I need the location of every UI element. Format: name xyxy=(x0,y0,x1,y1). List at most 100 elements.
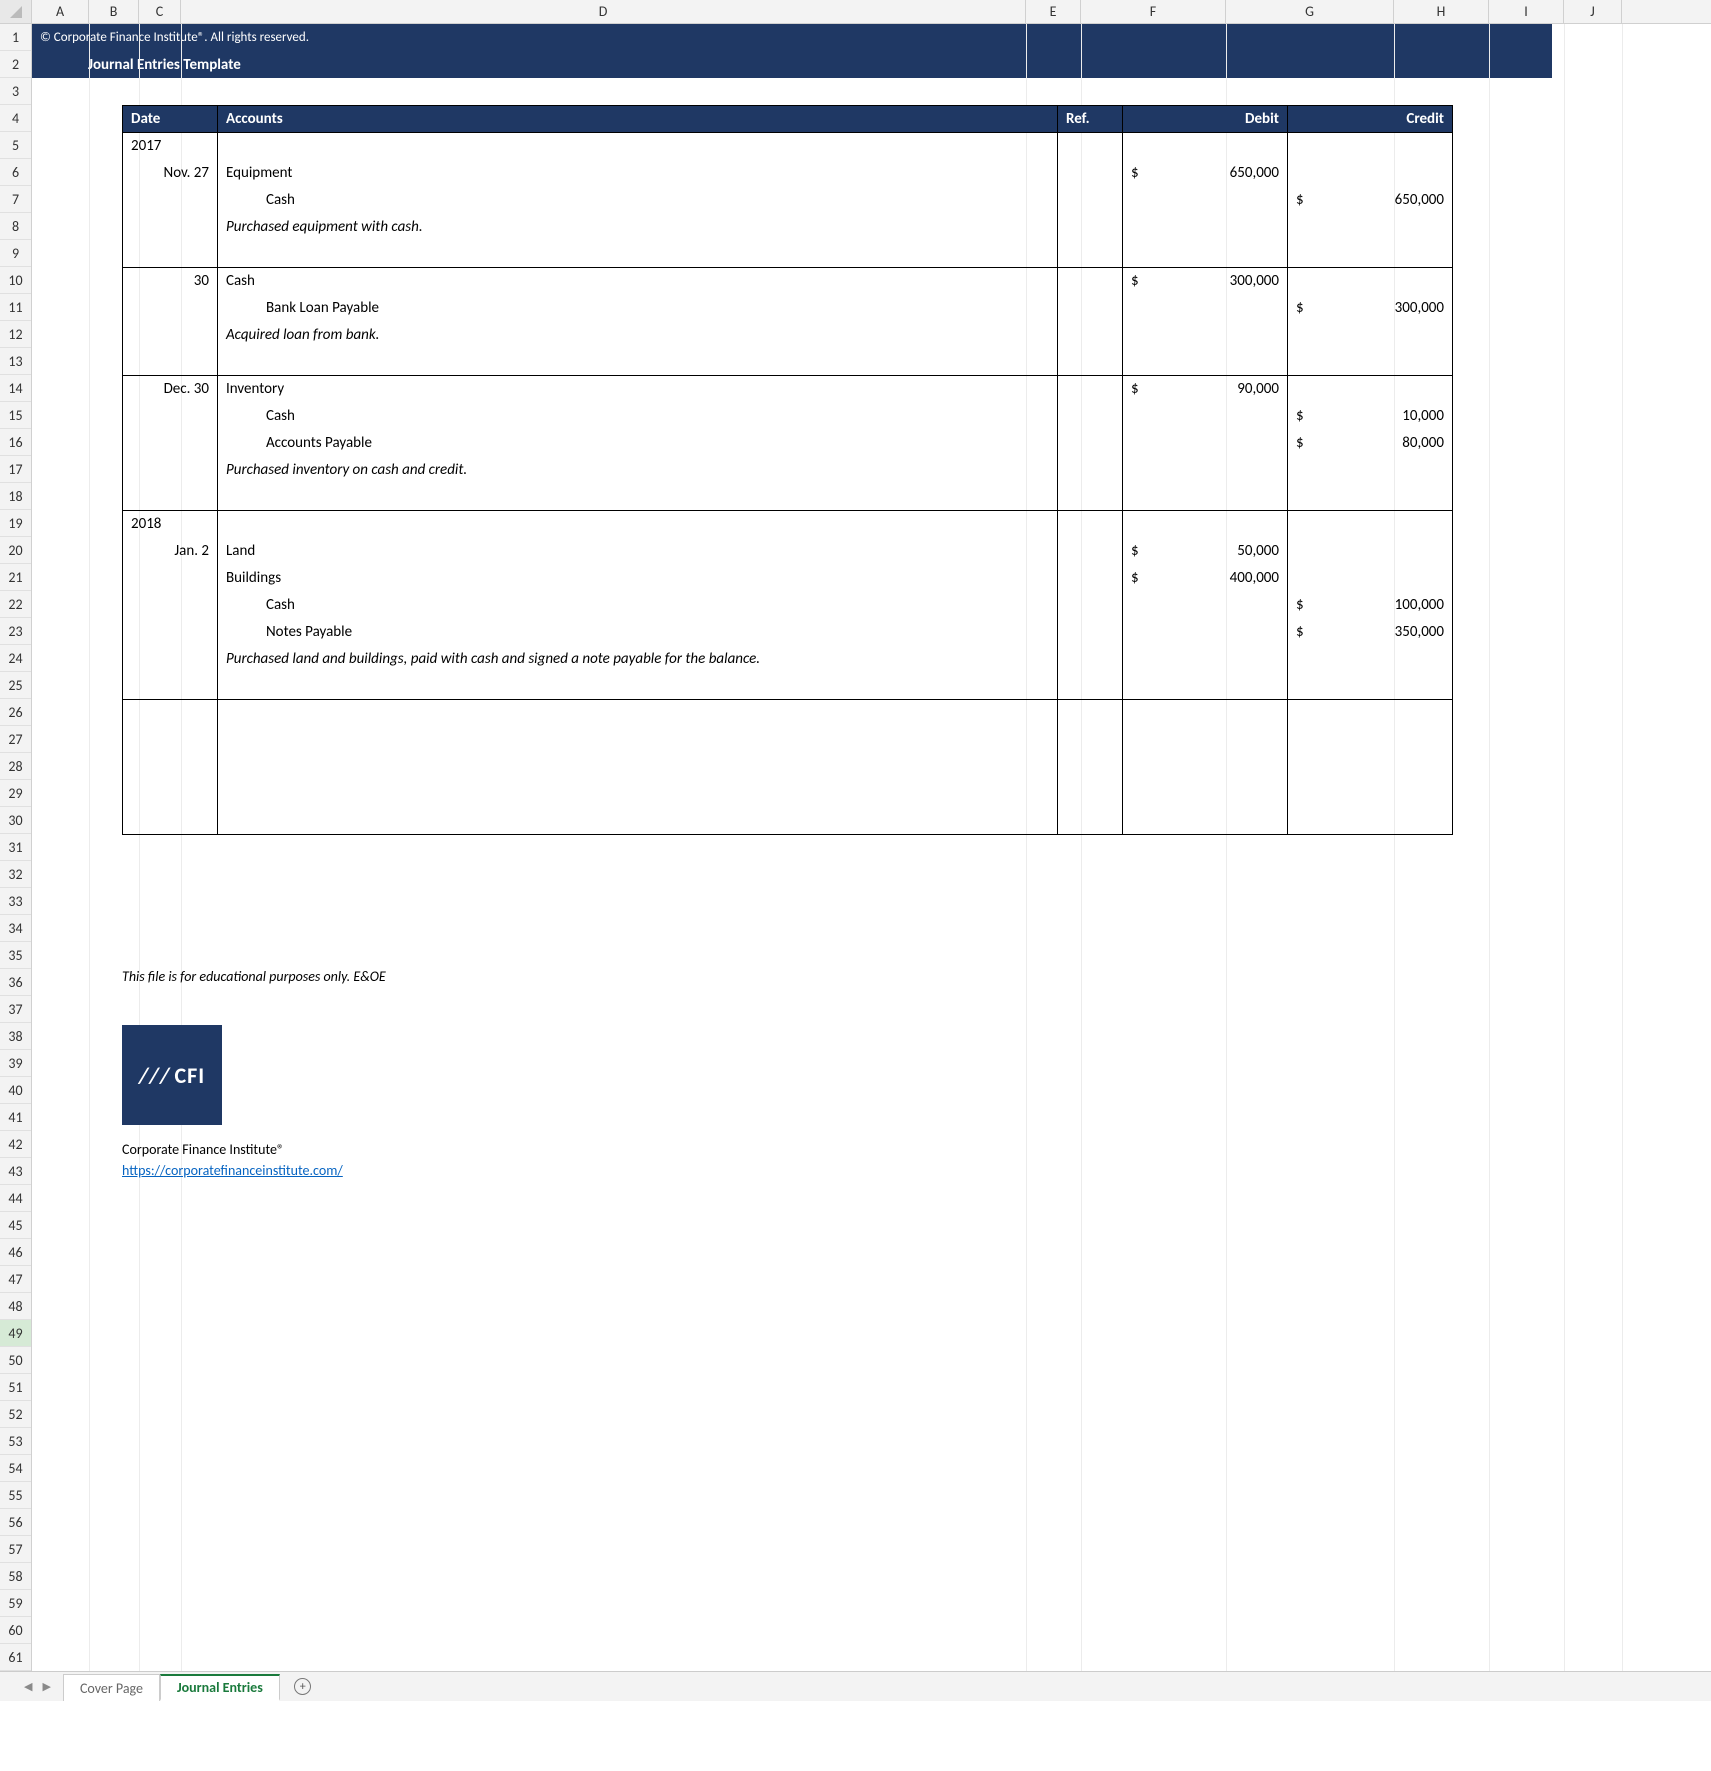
row-header[interactable]: 27 xyxy=(0,726,31,753)
cell[interactable] xyxy=(1123,457,1288,484)
cell[interactable] xyxy=(1058,376,1123,403)
cell[interactable] xyxy=(1058,673,1123,700)
cell[interactable]: Bank Loan Payable xyxy=(218,295,1058,322)
row-header[interactable]: 21 xyxy=(0,564,31,591)
cell[interactable]: $650,000 xyxy=(1288,187,1453,214)
row-header[interactable]: 30 xyxy=(0,807,31,834)
cell[interactable]: 2017 xyxy=(123,133,218,160)
cell[interactable] xyxy=(1123,187,1288,214)
row-header[interactable]: 28 xyxy=(0,753,31,780)
cell[interactable] xyxy=(123,619,218,646)
cell[interactable] xyxy=(123,673,218,700)
cell[interactable] xyxy=(1288,781,1453,808)
cell[interactable] xyxy=(1288,241,1453,268)
cell[interactable] xyxy=(123,241,218,268)
row-header[interactable]: 40 xyxy=(0,1077,31,1104)
cell[interactable] xyxy=(1123,673,1288,700)
cell[interactable] xyxy=(123,727,218,754)
cell[interactable] xyxy=(1123,754,1288,781)
cell[interactable] xyxy=(218,808,1058,835)
row-header[interactable]: 9 xyxy=(0,240,31,267)
cell[interactable]: $350,000 xyxy=(1288,619,1453,646)
row-header[interactable]: 31 xyxy=(0,834,31,861)
cell[interactable] xyxy=(1058,241,1123,268)
cell[interactable] xyxy=(1288,133,1453,160)
cell[interactable] xyxy=(123,349,218,376)
cell[interactable] xyxy=(218,349,1058,376)
worksheet-grid[interactable]: © Corporate Finance Institute®. All righ… xyxy=(32,24,1711,1671)
row-header[interactable]: 32 xyxy=(0,861,31,888)
cell[interactable]: 2018 xyxy=(123,511,218,538)
cell[interactable] xyxy=(1288,646,1453,673)
cell[interactable]: Cash xyxy=(218,187,1058,214)
cell[interactable] xyxy=(1288,457,1453,484)
cell[interactable] xyxy=(1058,214,1123,241)
cell[interactable] xyxy=(1123,727,1288,754)
row-header[interactable]: 54 xyxy=(0,1455,31,1482)
row-header[interactable]: 57 xyxy=(0,1536,31,1563)
column-header-D[interactable]: D xyxy=(181,0,1026,23)
cell[interactable] xyxy=(1288,538,1453,565)
cell[interactable] xyxy=(218,700,1058,727)
cell[interactable] xyxy=(1123,781,1288,808)
row-header[interactable]: 51 xyxy=(0,1374,31,1401)
column-header-F[interactable]: F xyxy=(1081,0,1226,23)
cell[interactable] xyxy=(123,646,218,673)
cell[interactable] xyxy=(1058,619,1123,646)
cell[interactable]: Acquired loan from bank. xyxy=(218,322,1058,349)
tab-nav[interactable]: ◀ ▶ xyxy=(12,1672,63,1701)
cell[interactable] xyxy=(218,754,1058,781)
row-header[interactable]: 23 xyxy=(0,618,31,645)
cell[interactable]: Cash xyxy=(218,268,1058,295)
cell[interactable] xyxy=(1123,430,1288,457)
row-header[interactable]: 1 xyxy=(0,24,31,51)
row-header[interactable]: 60 xyxy=(0,1617,31,1644)
cell[interactable] xyxy=(1288,268,1453,295)
cell[interactable] xyxy=(123,214,218,241)
row-header[interactable]: 35 xyxy=(0,942,31,969)
cell[interactable] xyxy=(123,187,218,214)
cell[interactable] xyxy=(1288,349,1453,376)
row-header[interactable]: 39 xyxy=(0,1050,31,1077)
cell[interactable] xyxy=(1058,808,1123,835)
row-header[interactable]: 17 xyxy=(0,456,31,483)
cell[interactable]: Land xyxy=(218,538,1058,565)
cell[interactable]: Purchased inventory on cash and credit. xyxy=(218,457,1058,484)
row-header[interactable]: 50 xyxy=(0,1347,31,1374)
cell[interactable]: $100,000 xyxy=(1288,592,1453,619)
row-header[interactable]: 8 xyxy=(0,213,31,240)
cell[interactable] xyxy=(123,403,218,430)
row-header[interactable]: 25 xyxy=(0,672,31,699)
cell[interactable] xyxy=(1288,565,1453,592)
cell[interactable] xyxy=(1288,673,1453,700)
cell[interactable] xyxy=(1058,268,1123,295)
cell[interactable] xyxy=(1058,403,1123,430)
row-header[interactable]: 56 xyxy=(0,1509,31,1536)
row-header[interactable]: 49 xyxy=(0,1320,31,1347)
cell[interactable]: Equipment xyxy=(218,160,1058,187)
cell[interactable] xyxy=(123,565,218,592)
cell[interactable] xyxy=(123,808,218,835)
cell[interactable] xyxy=(218,484,1058,511)
column-header-G[interactable]: G xyxy=(1226,0,1394,23)
row-header[interactable]: 44 xyxy=(0,1185,31,1212)
cell[interactable] xyxy=(1123,214,1288,241)
row-header[interactable]: 45 xyxy=(0,1212,31,1239)
row-header[interactable]: 13 xyxy=(0,348,31,375)
row-header[interactable]: 2 xyxy=(0,51,31,78)
column-header-I[interactable]: I xyxy=(1489,0,1564,23)
row-header[interactable]: 55 xyxy=(0,1482,31,1509)
cell[interactable]: Nov. 27 xyxy=(123,160,218,187)
cell[interactable] xyxy=(1123,403,1288,430)
cell[interactable] xyxy=(1123,511,1288,538)
row-header[interactable]: 46 xyxy=(0,1239,31,1266)
cell[interactable] xyxy=(1058,727,1123,754)
cell[interactable] xyxy=(218,133,1058,160)
row-header[interactable]: 7 xyxy=(0,186,31,213)
row-header[interactable]: 52 xyxy=(0,1401,31,1428)
cell[interactable] xyxy=(1288,700,1453,727)
cell[interactable] xyxy=(1123,646,1288,673)
cell[interactable] xyxy=(218,511,1058,538)
cell[interactable] xyxy=(1123,484,1288,511)
cell[interactable] xyxy=(1058,538,1123,565)
